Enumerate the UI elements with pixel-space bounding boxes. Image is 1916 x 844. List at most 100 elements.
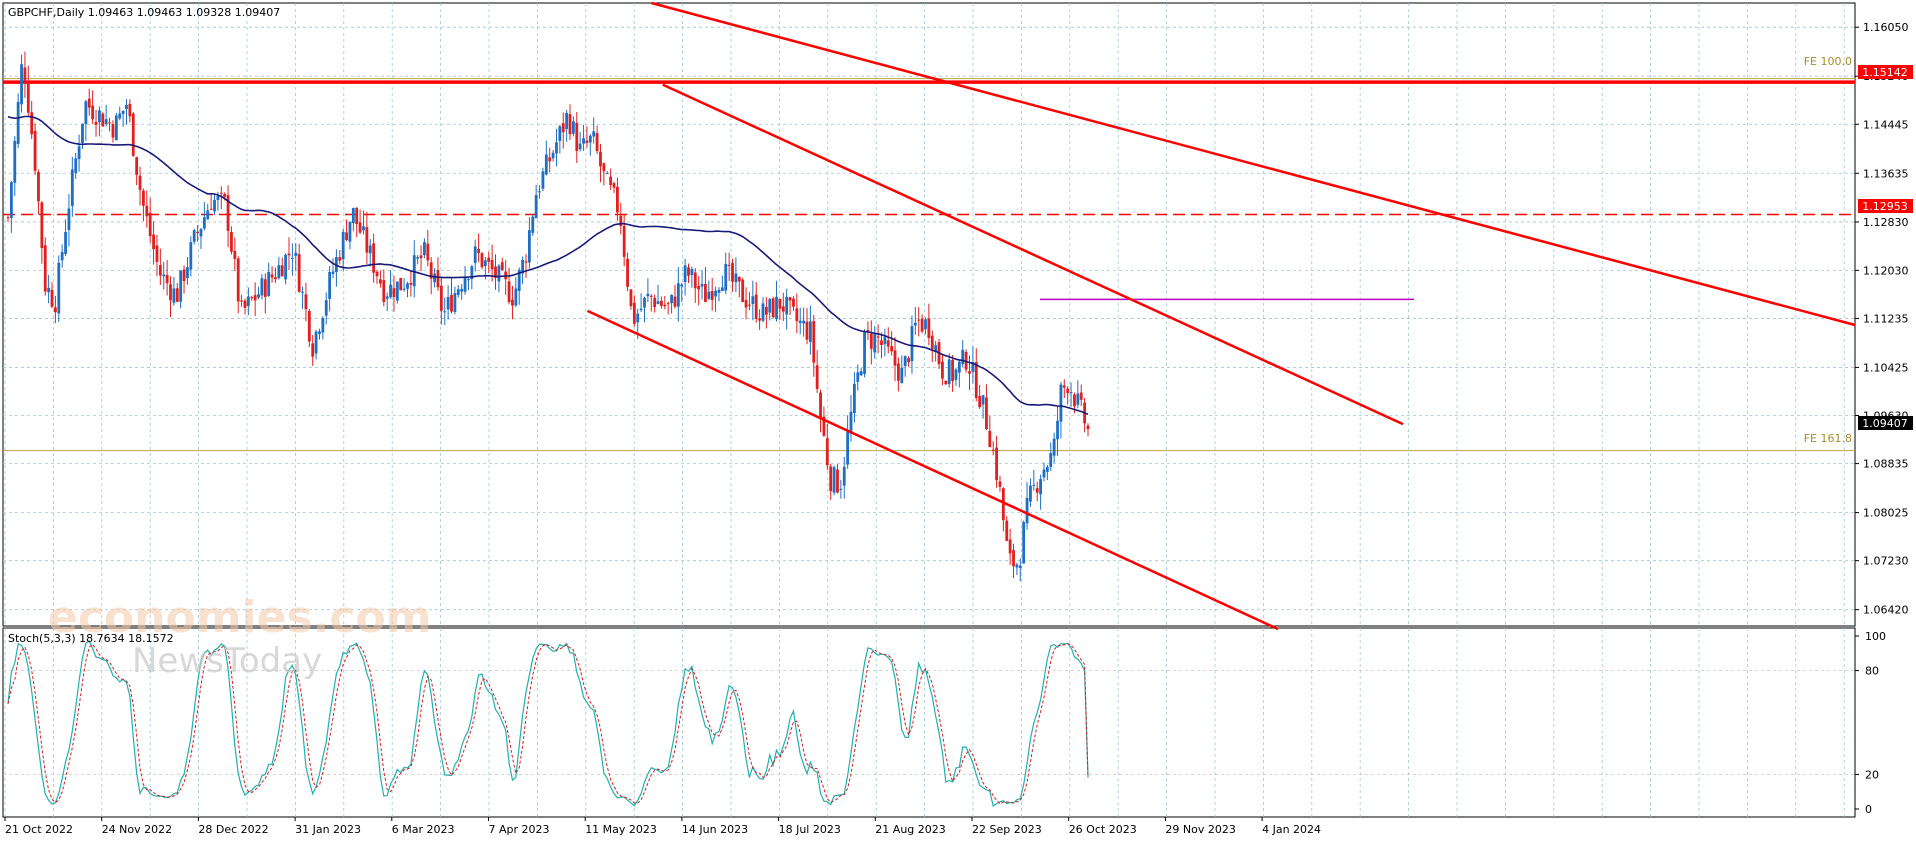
candle-body [1042, 469, 1046, 478]
price-tick-label: 1.12830 [1863, 216, 1909, 229]
candle-body [162, 274, 166, 277]
candle-body [94, 121, 98, 125]
candle-body [53, 307, 57, 313]
candle-body [419, 255, 423, 259]
candle-body [869, 333, 873, 349]
candle-body [152, 234, 155, 250]
candle-body [358, 222, 362, 233]
price-tick-label: 1.14445 [1863, 118, 1909, 131]
candle-body [1073, 394, 1076, 407]
candle-body [50, 289, 54, 307]
candle-body [913, 322, 917, 326]
candle-body [676, 283, 680, 307]
candle-body [839, 488, 843, 490]
candle-body [209, 208, 213, 210]
candle-body [954, 369, 958, 380]
candle-body [846, 431, 850, 465]
candle-body [978, 396, 982, 408]
candle-body [1086, 425, 1090, 429]
candle-body [138, 175, 142, 190]
candle-body [764, 306, 768, 315]
symbol-info: GBPCHF,Daily 1.09463 1.09463 1.09328 1.0… [8, 6, 280, 19]
oscillator-label: Stoch(5,3,3) 18.7634 18.1572 [8, 632, 174, 645]
candle-body [578, 143, 582, 150]
candle-body [456, 289, 460, 295]
candle-body [165, 274, 169, 284]
candle-body [490, 260, 494, 270]
candle-body [524, 261, 528, 263]
candle-body [890, 346, 894, 352]
candle-body [47, 287, 51, 293]
candle-body [6, 217, 10, 219]
candle-body [825, 438, 829, 466]
candle-body [246, 296, 250, 307]
candle-body [690, 269, 694, 275]
candle-body [473, 246, 477, 263]
candle-body [724, 263, 728, 291]
chart-window[interactable]: 1.160501.152401.144451.136351.128301.120… [0, 0, 1916, 840]
candle-body [81, 123, 84, 143]
candle-body [781, 306, 785, 312]
candle-body [538, 191, 541, 193]
candle-body [555, 142, 558, 154]
candle-body [683, 265, 687, 283]
candle-body [748, 304, 751, 306]
upper-level-value: 1.15142 [1862, 66, 1908, 79]
candle-body [290, 257, 294, 259]
candle-body [660, 300, 663, 306]
candle-body [382, 280, 386, 303]
candle-body [311, 343, 315, 357]
candle-body [602, 163, 606, 172]
candle-body [1022, 521, 1026, 564]
candle-body [395, 281, 399, 301]
candle-body [1066, 388, 1070, 394]
candle-body [727, 264, 731, 266]
candle-body [1045, 466, 1049, 472]
candle-body [240, 300, 244, 302]
fe-161-label: FE 161.8 [1804, 432, 1852, 445]
candle-body [649, 295, 653, 297]
candle-body [663, 304, 667, 307]
candle-body [338, 257, 342, 261]
candle-body [74, 158, 78, 173]
candle-body [155, 245, 159, 262]
candle-body [230, 231, 233, 252]
candle-body [920, 318, 924, 332]
candle-body [70, 169, 74, 206]
candle-body [121, 110, 125, 115]
price-tick-label: 1.16050 [1863, 21, 1909, 34]
candle-body [991, 449, 995, 451]
candle-body [778, 298, 782, 309]
candle-body [775, 296, 778, 320]
price-tick-label: 1.06420 [1863, 604, 1909, 617]
price-tick-label: 1.10425 [1863, 361, 1909, 374]
candle-body [148, 212, 152, 237]
candle-body [798, 320, 802, 324]
candle-body [392, 288, 396, 297]
candle-body [792, 298, 795, 307]
candle-body [531, 216, 535, 233]
candle-body [13, 140, 17, 183]
candle-body [856, 372, 860, 382]
current-price-value: 1.09407 [1862, 417, 1908, 430]
candle-body [1039, 479, 1043, 495]
candle-body [595, 133, 599, 152]
candle-body [575, 122, 579, 151]
candle-body [629, 289, 633, 307]
candle-body [1008, 539, 1012, 554]
candle-body [880, 340, 883, 346]
candle-body [416, 257, 420, 259]
candle-body [426, 243, 430, 261]
candle-body [189, 242, 193, 270]
candle-body [534, 194, 538, 219]
chart-canvas[interactable]: 1.160501.152401.144451.136351.128301.120… [0, 0, 1916, 840]
candle-body [1076, 393, 1080, 405]
candle-body [697, 285, 701, 290]
candle-body [260, 278, 264, 296]
candle-body [375, 271, 379, 277]
candle-body [893, 350, 897, 366]
date-tick-label: 31 Jan 2023 [295, 823, 361, 836]
fe-100-label: FE 100.0 [1804, 55, 1852, 68]
candle-body [653, 297, 657, 307]
candle-body [477, 248, 480, 254]
